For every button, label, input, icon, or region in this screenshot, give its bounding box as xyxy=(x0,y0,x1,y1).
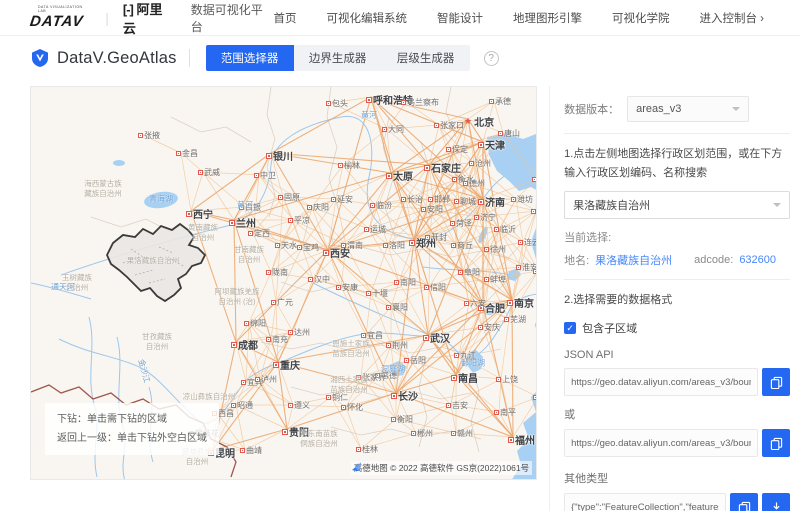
nav-item-1[interactable]: 可视化编辑系统 xyxy=(326,10,407,26)
other-type-label: 其他类型 xyxy=(564,473,609,486)
geojson-row xyxy=(564,493,790,511)
datav-logo-subtext: DATA VISUALIZATION LAB xyxy=(38,5,83,13)
region-search-select[interactable]: 果洛藏族自治州 xyxy=(564,191,790,220)
brand-divider: | xyxy=(105,9,109,26)
content-area: ★ 北京 天津 呼和浩特 石家庄 太原 济南 郑州 西安 银川 兰州 西宁 成都 重庆 武汉 合肥 南京 南昌 长沙… xyxy=(0,80,800,511)
nav-item-2[interactable]: 智能设计 xyxy=(437,10,483,26)
chevron-down-icon xyxy=(732,107,741,111)
aliyun-bracket-icon: [-] xyxy=(122,1,134,17)
tab-0[interactable]: 范围选择器 xyxy=(205,45,294,71)
selection-detail-row: 地名: 果洛藏族自治州 adcode: 632600 xyxy=(564,252,790,268)
chevron-down-icon xyxy=(773,203,781,208)
data-version-row: 数据版本： areas_v3 xyxy=(564,96,790,122)
download-icon xyxy=(771,501,781,511)
place-value-link[interactable]: 果洛藏族自治州 xyxy=(595,252,672,268)
data-version-label: 数据版本： xyxy=(564,104,620,116)
copy-icon xyxy=(738,501,750,511)
copy-icon xyxy=(770,437,782,450)
data-version-value: areas_v3 xyxy=(636,103,682,115)
json-api-row-2 xyxy=(564,429,790,458)
download-button[interactable] xyxy=(762,493,790,511)
json-api-url-input[interactable] xyxy=(564,368,758,397)
or-label: 或 xyxy=(564,409,576,422)
include-children-label: 包含子区域 xyxy=(582,323,638,336)
main-nav: 首页 可视化编辑系统 智能设计 地理图形引擎 可视化学院 进入控制台 › xyxy=(273,10,764,26)
json-api-row xyxy=(564,368,790,397)
json-api-url-input-2[interactable] xyxy=(564,429,758,458)
geojson-text-input[interactable] xyxy=(564,493,726,511)
datav-logo[interactable]: DATA VISUALIZATION LAB DATAV xyxy=(28,5,91,30)
json-api-label: JSON API xyxy=(564,349,614,362)
brand-group: DATA VISUALIZATION LAB DATAV | [-] 阿里云 数… xyxy=(28,0,273,37)
copy-button[interactable] xyxy=(730,493,758,511)
step2-instruction: 2.选择需要的数据格式 xyxy=(564,294,673,307)
adcode-label: adcode: xyxy=(694,254,734,267)
datav-logo-word: DATAV xyxy=(28,13,85,30)
amap-logo-icon xyxy=(351,462,361,472)
app-title: DataV.GeoAtlas xyxy=(57,48,177,67)
tab-1[interactable]: 边界生成器 xyxy=(294,45,382,71)
geoatlas-logo[interactable]: DataV.GeoAtlas xyxy=(30,48,177,68)
help-icon[interactable]: ? xyxy=(483,50,499,66)
top-header: DATA VISUALIZATION LAB DATAV | [-] 阿里云 数… xyxy=(0,0,800,36)
data-version-select[interactable]: areas_v3 xyxy=(627,96,750,122)
aliyun-logo[interactable]: [-] 阿里云 xyxy=(123,0,175,37)
place-label: 地名: xyxy=(564,255,590,268)
nav-item-0[interactable]: 首页 xyxy=(273,10,296,26)
nav-item-3[interactable]: 地理图形引擎 xyxy=(513,10,582,26)
tab-2[interactable]: 层级生成器 xyxy=(382,45,470,71)
map-canvas[interactable]: ★ 北京 天津 呼和浩特 石家庄 太原 济南 郑州 西安 银川 兰州 西宁 成都 重庆 武汉 合肥 南京 南昌 长沙… xyxy=(30,86,538,480)
current-selection-label: 当前选择: xyxy=(564,232,612,245)
nav-item-5[interactable]: 进入控制台 › xyxy=(699,10,764,26)
copy-button[interactable] xyxy=(762,368,790,397)
tab-bar: 范围选择器 边界生成器 层级生成器 xyxy=(205,45,470,71)
map-attribution: 高德地图 © 2022 高德软件 GS京(2022)1061号 xyxy=(350,461,533,475)
include-children-checkbox[interactable]: ✓ xyxy=(564,322,577,335)
copy-icon xyxy=(770,376,782,389)
include-children-row: ✓ 包含子区域 xyxy=(564,320,790,336)
hint-line-1: 下钻：单击需下钻的区域 xyxy=(57,414,167,425)
adcode-value-link[interactable]: 632600 xyxy=(739,254,776,266)
toolbar: DataV.GeoAtlas 范围选择器 边界生成器 层级生成器 ? xyxy=(0,36,800,80)
map-attribution-text: 高德地图 © 2022 高德软件 GS京(2022)1061号 xyxy=(353,463,530,473)
divider xyxy=(564,133,790,134)
side-panel: 数据版本： areas_v3 1.点击左侧地图选择行政区划范围，或在下方输入行政… xyxy=(549,86,792,511)
nav-item-4[interactable]: 可视化学院 xyxy=(612,10,670,26)
toolbar-divider xyxy=(188,49,190,67)
platform-label: 数据可视化平台 xyxy=(190,2,263,34)
copy-button[interactable] xyxy=(762,429,790,458)
region-search-value: 果洛藏族自治州 xyxy=(573,200,651,213)
drill-hint-overlay: 下钻：单击需下钻的区域 返回上一级：单击下钻外空白区域 xyxy=(45,403,219,455)
hint-line-2: 返回上一级：单击下钻外空白区域 xyxy=(57,433,207,444)
step1-instruction: 1.点击左侧地图选择行政区划范围，或在下方输入行政区划编码、名称搜索 xyxy=(564,148,783,179)
divider xyxy=(564,279,790,281)
geoatlas-shield-icon xyxy=(32,49,48,67)
